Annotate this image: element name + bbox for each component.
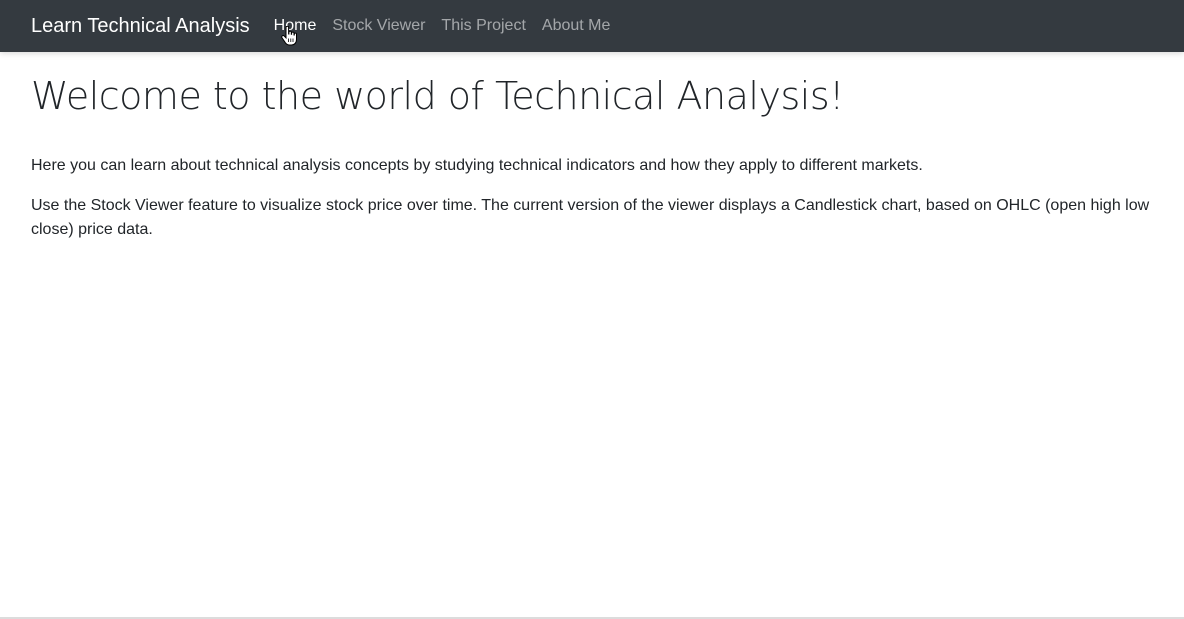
main-content: Welcome to the world of Technical Analys… [31,52,1151,242]
intro-paragraph: Here you can learn about technical analy… [31,157,923,174]
page-title: Welcome to the world of Technical Analys… [31,74,844,118]
nav-link-home[interactable]: Home [274,0,325,52]
brand-link[interactable]: Learn Technical Analysis [31,0,250,52]
nav-link-this-project[interactable]: This Project [433,0,533,52]
nav-link-about-me[interactable]: About Me [534,0,618,52]
stock-viewer-paragraph: Use the Stock Viewer feature to visualiz… [31,197,1150,238]
nav-links: Home Stock Viewer This Project About Me [274,0,619,52]
nav-link-stock-viewer[interactable]: Stock Viewer [324,0,433,52]
top-navbar: Learn Technical Analysis Home Stock View… [0,0,1184,52]
